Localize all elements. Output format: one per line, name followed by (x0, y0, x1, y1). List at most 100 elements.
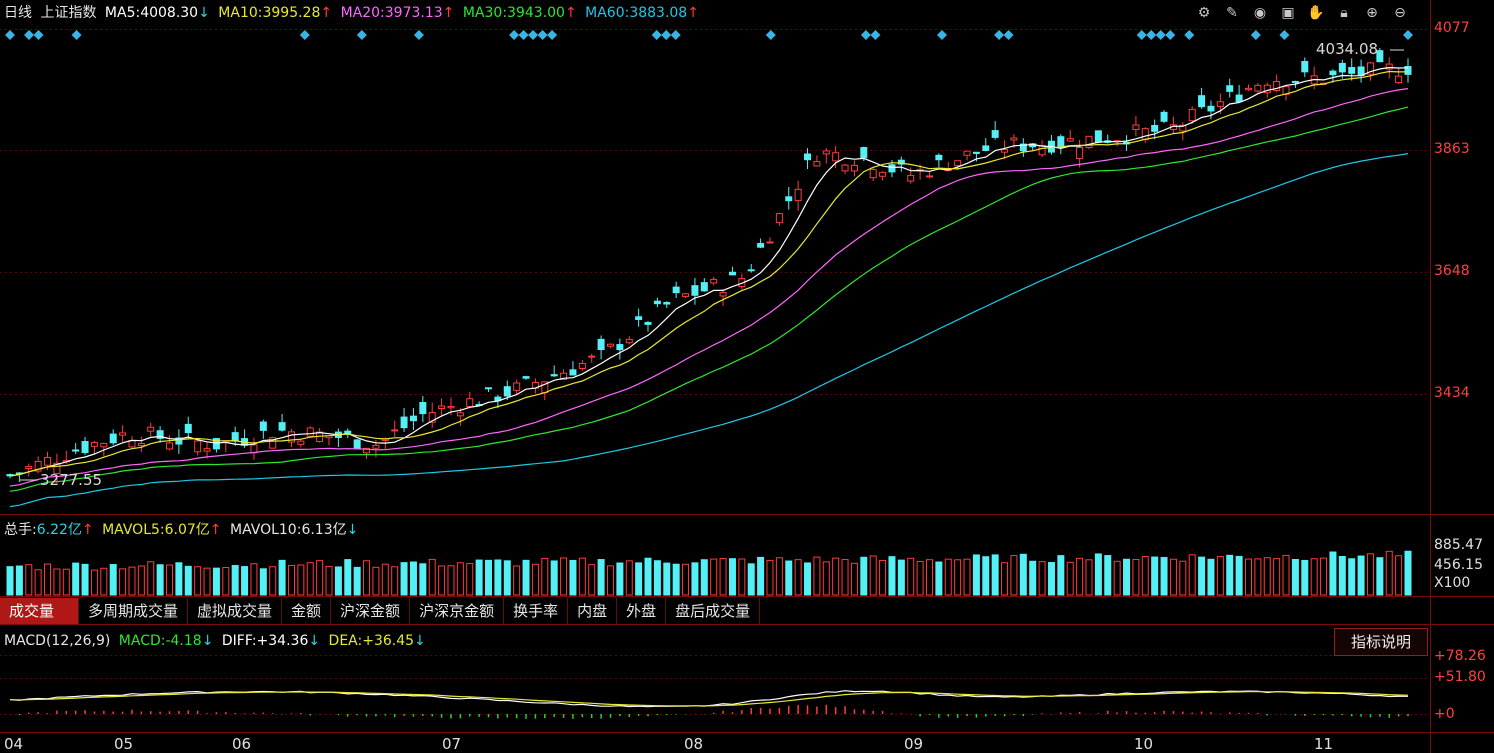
event-marker (547, 30, 558, 40)
volume-bar (850, 562, 858, 596)
dea-value: DEA:+36.45↓ (328, 633, 426, 649)
volume-bar (1188, 554, 1196, 596)
volume-bar (475, 559, 483, 596)
volume-bar (813, 556, 821, 596)
candle (269, 436, 277, 449)
tab-turnover-rate[interactable]: 换手率 (504, 598, 569, 624)
candle (1160, 110, 1168, 124)
candle (1047, 134, 1055, 155)
event-marker (994, 30, 1005, 40)
candle (822, 147, 830, 164)
candle (184, 416, 192, 440)
tab-sh-sz-bj-amount[interactable]: 沪深京金额 (410, 598, 505, 624)
candle (963, 150, 971, 161)
x-axis-11: 11 (1314, 735, 1334, 753)
volume-bar (316, 560, 324, 596)
volume-bar (944, 558, 952, 596)
event-marker (1136, 30, 1147, 40)
candle (1076, 139, 1084, 168)
volume-bar (391, 566, 399, 596)
volume-bar (438, 565, 446, 596)
volume-bar (250, 563, 258, 596)
volume-bar (682, 563, 690, 596)
candle (1404, 58, 1412, 83)
event-marker (1279, 30, 1290, 40)
candle (719, 289, 727, 306)
volume-bar (635, 562, 643, 596)
volume-bar (353, 566, 361, 596)
volume-bar (325, 565, 333, 596)
x-axis-09: 09 (904, 735, 924, 753)
volume-bar (897, 559, 905, 596)
tab-after-hours-volume[interactable]: 盘后成交量 (666, 598, 761, 624)
volume-bar (466, 563, 474, 596)
candle (316, 427, 324, 443)
volume-bar (119, 568, 127, 596)
candle (925, 171, 933, 179)
volume-bar (62, 568, 70, 596)
candle (869, 168, 877, 182)
event-marker (937, 30, 947, 40)
candle (691, 277, 699, 305)
mavol5-legend: MAVOL5:6.07亿↑ (102, 522, 222, 538)
volume-bar (419, 563, 427, 596)
candle (90, 440, 98, 455)
candle (653, 297, 661, 308)
candle (569, 361, 577, 376)
volume-bar (278, 559, 286, 596)
volume-bar (1310, 558, 1318, 596)
candle (334, 428, 342, 447)
candle (1198, 87, 1206, 109)
tab-inner-volume[interactable]: 内盘 (568, 598, 618, 624)
volume-bar (372, 566, 380, 596)
tab-amount[interactable]: 金额 (282, 598, 332, 624)
macd-histogram (18, 704, 1409, 719)
volume-bar (1076, 557, 1084, 596)
volume-bar (522, 559, 530, 596)
volume-bar (166, 564, 174, 596)
candle (982, 138, 990, 152)
volume-bar (363, 560, 371, 596)
event-marker (1184, 30, 1195, 40)
volume-bar (1151, 556, 1159, 596)
candle (175, 429, 183, 454)
indicator-explain-button[interactable]: 指标说明 (1334, 628, 1428, 656)
candle (682, 292, 690, 298)
volume-bar (297, 564, 305, 596)
volume-bar (1198, 556, 1206, 596)
candle (287, 429, 295, 448)
event-marker (413, 30, 424, 40)
tab-outer-volume[interactable]: 外盘 (617, 598, 667, 624)
tab-virtual-volume[interactable]: 虚拟成交量 (188, 598, 283, 624)
candle (1113, 139, 1121, 147)
volume-bar (672, 563, 680, 596)
candle (625, 336, 633, 345)
candle (1085, 135, 1093, 150)
volume-bar (982, 556, 990, 596)
tab-sh-sz-amount[interactable]: 沪深金额 (331, 598, 411, 624)
tab-volume[interactable]: 成交量 (0, 598, 79, 624)
mavol10-legend: MAVOL10:6.13亿↓ (229, 522, 359, 538)
volume-bar (728, 558, 736, 596)
volume-bar (456, 562, 464, 596)
volume-bar (1104, 555, 1112, 596)
volume-bar (184, 565, 192, 596)
candle (231, 426, 239, 446)
candle (353, 439, 361, 450)
event-marker (765, 30, 776, 40)
volume-bar (53, 568, 61, 596)
volume-bar (719, 557, 727, 596)
tab-multi-period-volume[interactable]: 多周期成交量 (79, 598, 189, 624)
price-axis-3863: 3863 (1434, 141, 1470, 157)
candle (813, 155, 821, 167)
candle (635, 308, 643, 327)
event-marker (1165, 30, 1176, 40)
candle (522, 375, 530, 380)
candle (109, 429, 117, 446)
macd-axis-mid: +51.80 (1434, 669, 1486, 685)
candle (325, 435, 333, 446)
volume-bar (109, 564, 117, 596)
candle (1094, 130, 1102, 143)
volume-bar (1038, 561, 1046, 596)
volume-bar (1141, 555, 1149, 596)
